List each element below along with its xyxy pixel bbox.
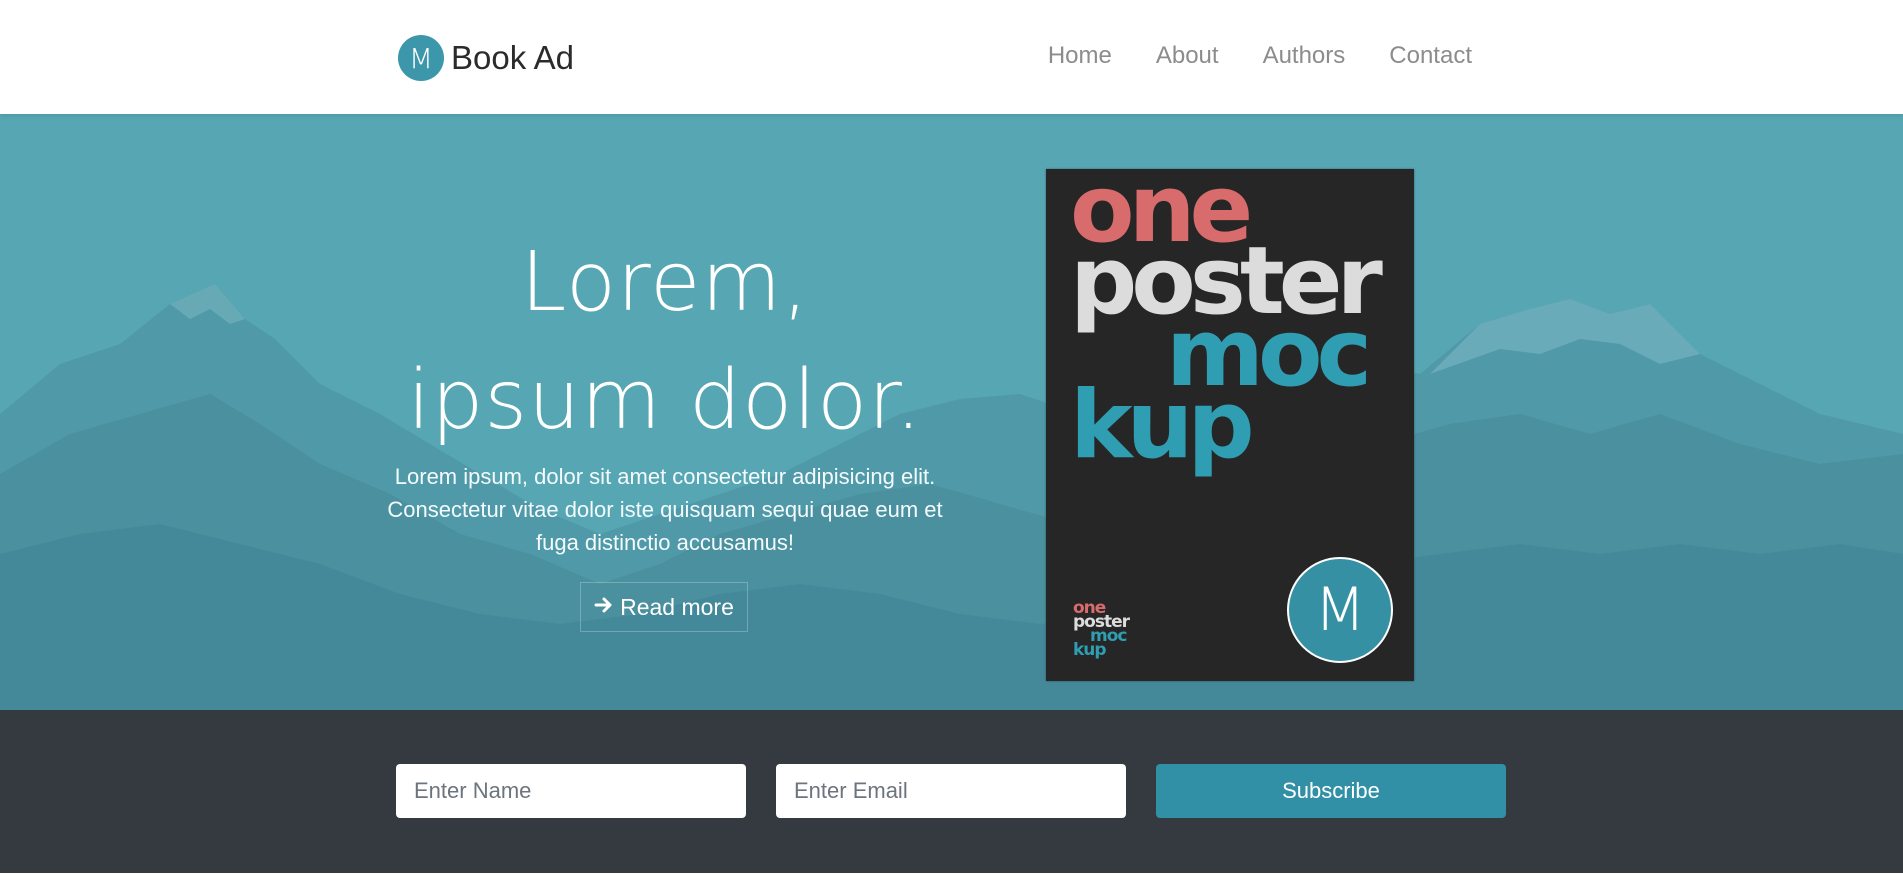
- main-nav: Home About Authors Contact: [1048, 42, 1472, 70]
- read-more-button[interactable]: Read more: [580, 582, 748, 632]
- hero-title-line-2: ipsum dolor.: [407, 353, 923, 448]
- hero-description: Lorem ipsum, dolor sit amet consectetur …: [387, 464, 943, 555]
- email-input[interactable]: [776, 764, 1126, 818]
- read-more-label: Read more: [620, 593, 734, 620]
- nav-about[interactable]: About: [1156, 42, 1219, 70]
- poster-small-logo: one poster moc kup: [1073, 600, 1130, 659]
- poster-headline: one poster moc kup: [1070, 163, 1383, 473]
- hero-title: Lorem, ipsum dolor.: [386, 224, 944, 460]
- book-poster-image: one poster moc kup one poster moc kup M: [1046, 163, 1414, 681]
- navbar: M Book Ad Home About Authors Contact: [0, 0, 1903, 114]
- poster-badge-icon: M: [1287, 557, 1393, 663]
- name-input[interactable]: [396, 764, 746, 818]
- hero-text-block: Lorem, ipsum dolor. Lorem ipsum, dolor s…: [386, 224, 944, 559]
- arrow-right-icon: [594, 594, 614, 621]
- brand-logo-icon: M: [398, 35, 444, 81]
- hero-section: Lorem, ipsum dolor. Lorem ipsum, dolor s…: [0, 114, 1903, 710]
- mountain-background-image: [0, 284, 1903, 710]
- hero-title-line-1: Lorem,: [520, 235, 810, 330]
- nav-authors[interactable]: Authors: [1263, 42, 1346, 70]
- nav-contact[interactable]: Contact: [1389, 42, 1472, 70]
- subscribe-button[interactable]: Subscribe: [1156, 764, 1506, 818]
- brand-name: Book Ad: [451, 39, 574, 76]
- nav-home[interactable]: Home: [1048, 42, 1112, 70]
- subscribe-section: Subscribe: [0, 710, 1903, 873]
- brand-link[interactable]: M Book Ad: [398, 35, 574, 81]
